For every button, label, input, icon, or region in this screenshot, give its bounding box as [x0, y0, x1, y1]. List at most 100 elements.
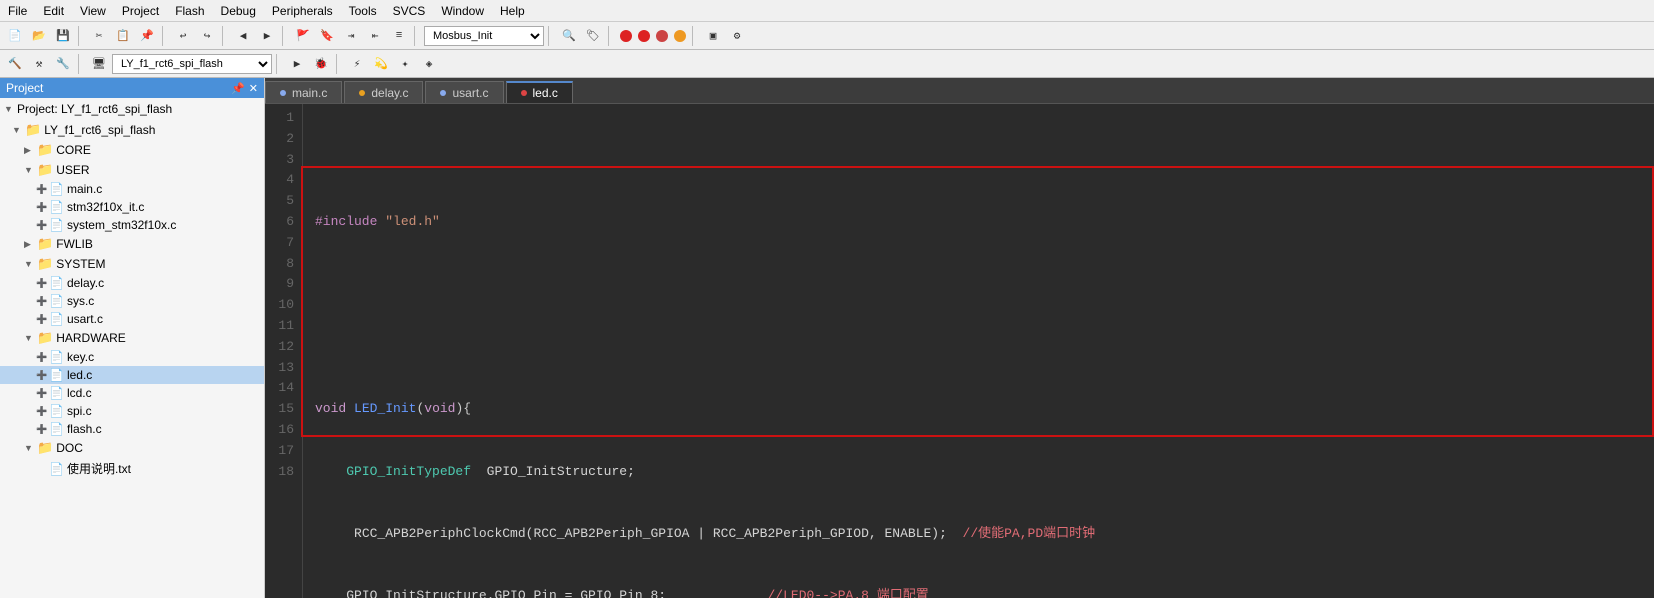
new-btn[interactable]: 📄	[4, 25, 26, 47]
run-btn[interactable]: ▶	[286, 53, 308, 75]
menu-help[interactable]: Help	[492, 2, 533, 20]
ln-8: 8	[273, 254, 294, 275]
user-main-item[interactable]: ➕ 📄 main.c	[0, 180, 264, 198]
hardware-folder-item[interactable]: ▼ 📁 HARDWARE	[0, 328, 264, 348]
flag-btn[interactable]: 🚩	[292, 25, 314, 47]
settings-btn[interactable]: ⚙	[726, 25, 748, 47]
fwd-btn[interactable]: ▶	[256, 25, 278, 47]
hw-lcd-item[interactable]: ➕ 📄 lcd.c	[0, 384, 264, 402]
chip-btn[interactable]: 🖥	[88, 53, 110, 75]
expand-user: ▼	[24, 165, 34, 175]
indent-btn[interactable]: ⇥	[340, 25, 362, 47]
core-folder-item[interactable]: ▶ 📁 CORE	[0, 140, 264, 160]
flash3-btn[interactable]: 💫	[370, 53, 392, 75]
monitor-btn[interactable]: ▣	[702, 25, 724, 47]
menu-flash[interactable]: Flash	[167, 2, 212, 20]
system-delay-item[interactable]: ➕ 📄 delay.c	[0, 274, 264, 292]
flash5-btn[interactable]: ◈	[418, 53, 440, 75]
menu-bar: File Edit View Project Flash Debug Perip…	[0, 0, 1654, 22]
doc-folder-item[interactable]: ▼ 📁 DOC	[0, 438, 264, 458]
system-folder-icon: 📁	[37, 256, 53, 272]
build-btn[interactable]: 🔨	[4, 53, 26, 75]
open-btn[interactable]: 📂	[28, 25, 50, 47]
search-btn[interactable]: 🔍	[558, 25, 580, 47]
root-folder-label: LY_f1_rct6_spi_flash	[44, 123, 155, 137]
spi-c-label: spi.c	[67, 404, 92, 418]
usart-c-label: usart.c	[67, 312, 103, 326]
delay-file-icon: 📄	[49, 276, 64, 290]
system-sys-item[interactable]: ➕ 📄 sys.c	[0, 292, 264, 310]
expand-delay: ➕	[36, 278, 46, 289]
bookmark2-btn[interactable]: 🏷	[582, 25, 604, 47]
settings2-btn[interactable]: 🔧	[52, 53, 74, 75]
doc-manual-item[interactable]: 📄 使用说明.txt	[0, 458, 264, 479]
menu-tools[interactable]: Tools	[341, 2, 385, 20]
ln-7: 7	[273, 233, 294, 254]
project-dropdown[interactable]: LY_f1_rct6_spi_flash	[112, 54, 272, 74]
flash4-btn[interactable]: ✦	[394, 53, 416, 75]
menu-view[interactable]: View	[72, 2, 114, 20]
project-root-item[interactable]: ▼ Project: LY_f1_rct6_spi_flash	[0, 98, 264, 120]
code-content[interactable]: #include "led.h" void LED_Init(void){ GP…	[303, 104, 1654, 598]
menu-peripherals[interactable]: Peripherals	[264, 2, 341, 20]
expand-system: ▼	[24, 259, 34, 269]
copy-btn[interactable]: 📋	[112, 25, 134, 47]
menu-debug[interactable]: Debug	[213, 2, 264, 20]
flash-c-label: flash.c	[67, 422, 102, 436]
menu-file[interactable]: File	[0, 2, 35, 20]
code-line-6: RCC_APB2PeriphClockCmd(RCC_APB2Periph_GP…	[315, 524, 1642, 545]
hw-led-item[interactable]: ➕ 📄 led.c	[0, 366, 264, 384]
save-btn[interactable]: 💾	[52, 25, 74, 47]
menu-edit[interactable]: Edit	[35, 2, 72, 20]
stm32-file-icon: 📄	[49, 200, 64, 214]
main-file-icon: 📄	[49, 182, 64, 196]
root-folder-item[interactable]: ▼ 📁 LY_f1_rct6_spi_flash	[0, 120, 264, 140]
system-folder-item[interactable]: ▼ 📁 SYSTEM	[0, 254, 264, 274]
tab-usart-c[interactable]: usart.c	[425, 81, 503, 103]
expand-flash: ➕	[36, 424, 46, 435]
pin-icon[interactable]: 📌	[231, 82, 245, 95]
menu-window[interactable]: Window	[433, 2, 492, 20]
code-line-4: void LED_Init(void){	[315, 399, 1642, 420]
debug2-btn[interactable]: 🐞	[310, 53, 332, 75]
doc-folder-icon: 📁	[37, 440, 53, 456]
undo-btn[interactable]: ↩	[172, 25, 194, 47]
back-btn[interactable]: ◀	[232, 25, 254, 47]
flash-file-icon: 📄	[49, 422, 64, 436]
user-folder-item[interactable]: ▼ 📁 USER	[0, 160, 264, 180]
cut-btn[interactable]: ✂	[88, 25, 110, 47]
line-numbers: 1 2 3 4 5 6 7 8 9 10 11 12 13 14 15 16 1…	[265, 104, 303, 598]
bookmark-btn[interactable]: 🔖	[316, 25, 338, 47]
user-stm32-item[interactable]: ➕ 📄 stm32f10x_it.c	[0, 198, 264, 216]
fwlib-folder-item[interactable]: ▶ 📁 FWLIB	[0, 234, 264, 254]
tab-led-c[interactable]: led.c	[506, 81, 573, 103]
redo-btn[interactable]: ↪	[196, 25, 218, 47]
sep3	[222, 26, 228, 46]
align-btn[interactable]: ≡	[388, 25, 410, 47]
ln-10: 10	[273, 295, 294, 316]
sep7	[608, 26, 614, 46]
user-system-item[interactable]: ➕ 📄 system_stm32f10x.c	[0, 216, 264, 234]
tab-delay-dot	[359, 90, 365, 96]
expand-hardware: ▼	[24, 333, 34, 343]
outdent-btn[interactable]: ⇤	[364, 25, 386, 47]
ln-9: 9	[273, 274, 294, 295]
hw-spi-item[interactable]: ➕ 📄 spi.c	[0, 402, 264, 420]
tab-delay-c[interactable]: delay.c	[344, 81, 423, 103]
menu-project[interactable]: Project	[114, 2, 167, 20]
hw-key-item[interactable]: ➕ 📄 key.c	[0, 348, 264, 366]
hw-flash-item[interactable]: ➕ 📄 flash.c	[0, 420, 264, 438]
menu-svcs[interactable]: SVCS	[385, 2, 434, 20]
function-dropdown[interactable]: Mosbus_Init	[424, 26, 544, 46]
code-area[interactable]: 1 2 3 4 5 6 7 8 9 10 11 12 13 14 15 16 1…	[265, 104, 1654, 598]
tab-main-c[interactable]: main.c	[265, 81, 342, 103]
build2-btn[interactable]: ⚒	[28, 53, 50, 75]
code-line-7: GPIO_InitStructure.GPIO_Pin = GPIO_Pin_8…	[315, 586, 1642, 598]
paste-btn[interactable]: 📌	[136, 25, 158, 47]
flash2-btn[interactable]: ⚡	[346, 53, 368, 75]
system-usart-item[interactable]: ➕ 📄 usart.c	[0, 310, 264, 328]
tab-main-dot	[280, 90, 286, 96]
close-icon[interactable]: ✕	[249, 82, 258, 95]
sep11	[336, 54, 342, 74]
tab-usart-label: usart.c	[452, 86, 488, 100]
